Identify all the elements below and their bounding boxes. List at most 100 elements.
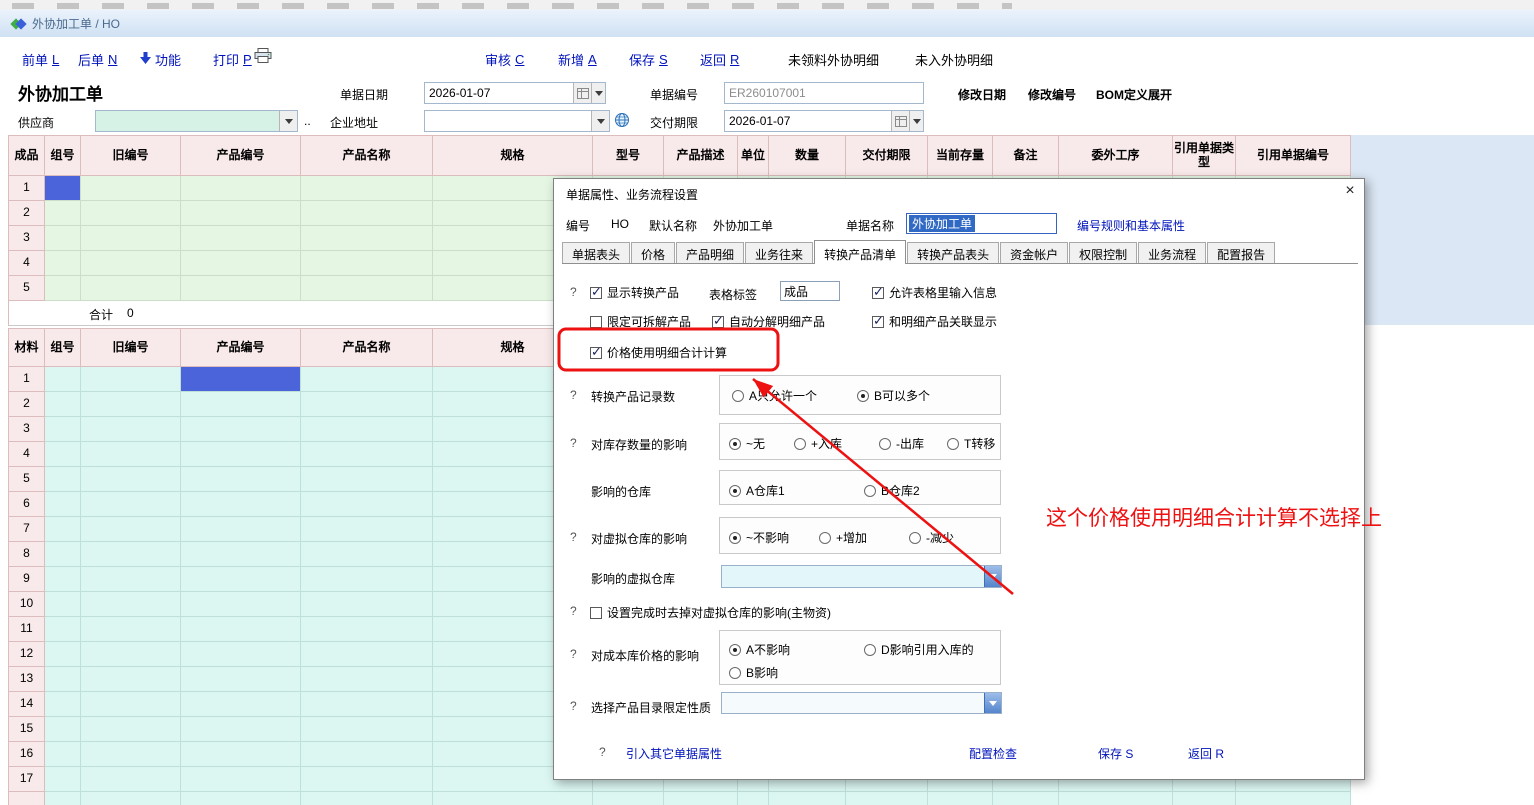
help-icon[interactable]: ? [570,530,577,544]
product-table-cell[interactable] [81,201,181,226]
material-table-cell[interactable] [181,717,301,742]
material-table-cell[interactable] [81,592,181,617]
dropdown-arrow-icon[interactable] [984,566,1001,587]
material-table-cell[interactable] [301,542,433,567]
material-table-row-number[interactable]: 15 [9,717,45,742]
material-table-row-number[interactable]: 13 [9,667,45,692]
material-table-cell[interactable] [45,492,81,517]
help-icon[interactable]: ? [570,388,577,402]
material-table-cell[interactable] [301,367,433,392]
material-table-row-number[interactable]: 2 [9,392,45,417]
globe-icon[interactable] [614,112,630,131]
product-table-header-cell[interactable]: 引用单据编号 [1236,136,1351,176]
calendar-icon[interactable] [573,83,591,103]
material-table-cell[interactable] [301,492,433,517]
material-table-row-number[interactable]: 8 [9,542,45,567]
product-table-header-cell[interactable]: 组号 [45,136,81,176]
warehouse-option-2[interactable]: B仓库2 [864,482,920,499]
dialog-tab-5[interactable]: 转换产品清单 [814,240,906,264]
cost-option-none[interactable]: A不影响 [729,641,790,658]
material-table-row-number[interactable]: 1 [9,367,45,392]
material-table-row-number[interactable]: 9 [9,567,45,592]
pending-pick-button[interactable]: 未领料外协明细 [788,50,879,69]
material-table-cell[interactable] [738,792,769,805]
modify-date-link[interactable]: 修改日期 [958,86,1006,103]
material-table-cell[interactable] [81,717,181,742]
material-table-cell[interactable] [45,442,81,467]
material-table-row-number[interactable]: 14 [9,692,45,717]
product-table-cell[interactable] [81,251,181,276]
product-table-cell[interactable] [45,201,81,226]
material-table-cell[interactable] [45,692,81,717]
product-table-header-cell[interactable]: 成品 [9,136,45,176]
config-check-link[interactable]: 配置检查 [969,745,1017,762]
help-icon[interactable]: ? [570,699,577,713]
material-table-cell[interactable] [181,492,301,517]
address-dropdown-arrow[interactable] [591,111,609,131]
material-table-cell[interactable] [928,792,993,805]
material-table-cell[interactable] [81,467,181,492]
dialog-tab-7[interactable]: 资金帐户 [1000,242,1068,263]
material-table-cell[interactable] [45,592,81,617]
material-table-row-number[interactable]: 3 [9,417,45,442]
material-table-cell[interactable] [45,417,81,442]
material-table-cell[interactable] [181,567,301,592]
material-table-cell[interactable] [45,467,81,492]
help-icon[interactable]: ? [599,745,606,759]
material-table-cell[interactable] [301,392,433,417]
product-table-cell[interactable] [181,276,301,301]
material-table-cell[interactable] [1173,792,1236,805]
product-table-header-cell[interactable]: 交付期限 [846,136,928,176]
material-table-row-number[interactable]: 12 [9,642,45,667]
material-table-cell[interactable] [181,467,301,492]
material-table-cell[interactable] [81,692,181,717]
add-button[interactable]: 新增A [558,50,597,69]
product-table-cell[interactable] [81,226,181,251]
vwh-option-increase[interactable]: +增加 [819,529,867,546]
material-table-cell[interactable] [301,642,433,667]
allow-grid-input-checkbox[interactable]: 允许表格里输入信息 [872,284,997,301]
material-table-cell[interactable] [181,542,301,567]
material-table-cell[interactable] [769,792,846,805]
cost-option-affect[interactable]: B影响 [729,664,778,681]
material-table-row-number[interactable]: 6 [9,492,45,517]
material-table-cell[interactable] [45,767,81,792]
doc-number-input[interactable]: ER260107001 [724,82,924,104]
dialog-save-button[interactable]: 保存 S [1098,745,1133,762]
material-table-cell[interactable] [181,417,301,442]
stock-option-out[interactable]: -出库 [879,435,924,452]
material-table-cell[interactable] [181,592,301,617]
help-icon[interactable]: ? [570,647,577,661]
virtual-warehouse-combobox[interactable] [721,565,1002,588]
stock-option-in[interactable]: +入库 [794,435,842,452]
product-table-cell[interactable] [181,251,301,276]
bom-expand-link[interactable]: BOM定义展开 [1096,86,1172,103]
material-table-cell[interactable] [181,517,301,542]
product-table-header-cell[interactable]: 委外工序 [1059,136,1173,176]
material-table-cell[interactable] [181,392,301,417]
document-tab[interactable]: 外协加工单 / HO [0,10,132,37]
product-table-row-number[interactable]: 1 [9,176,45,201]
material-table-cell[interactable] [433,792,593,805]
material-table-cell[interactable] [301,567,433,592]
product-table-header-cell[interactable]: 产品名称 [301,136,433,176]
prev-doc-button[interactable]: 前单L [22,50,59,69]
dialog-tab-1[interactable]: 单据表头 [562,242,630,263]
material-table-cell[interactable] [45,792,81,805]
material-table-cell[interactable] [301,442,433,467]
material-table-cell[interactable] [81,767,181,792]
material-table-cell[interactable] [45,392,81,417]
save-button[interactable]: 保存S [629,50,668,69]
material-table-row-number[interactable]: 10 [9,592,45,617]
material-table-row-number[interactable]: 5 [9,467,45,492]
material-table-header-cell[interactable]: 产品名称 [301,329,433,367]
material-table-cell[interactable] [45,367,81,392]
vwh-option-none[interactable]: ~不影响 [729,529,789,546]
material-table-cell[interactable] [301,592,433,617]
product-table-row-number[interactable]: 3 [9,226,45,251]
supplier-dropdown-arrow[interactable] [279,111,297,131]
material-table-cell[interactable] [181,767,301,792]
table-tag-input[interactable]: 成品 [780,281,840,301]
material-table-cell[interactable] [301,617,433,642]
doc-name-input[interactable]: 外协加工单 [906,213,1057,234]
